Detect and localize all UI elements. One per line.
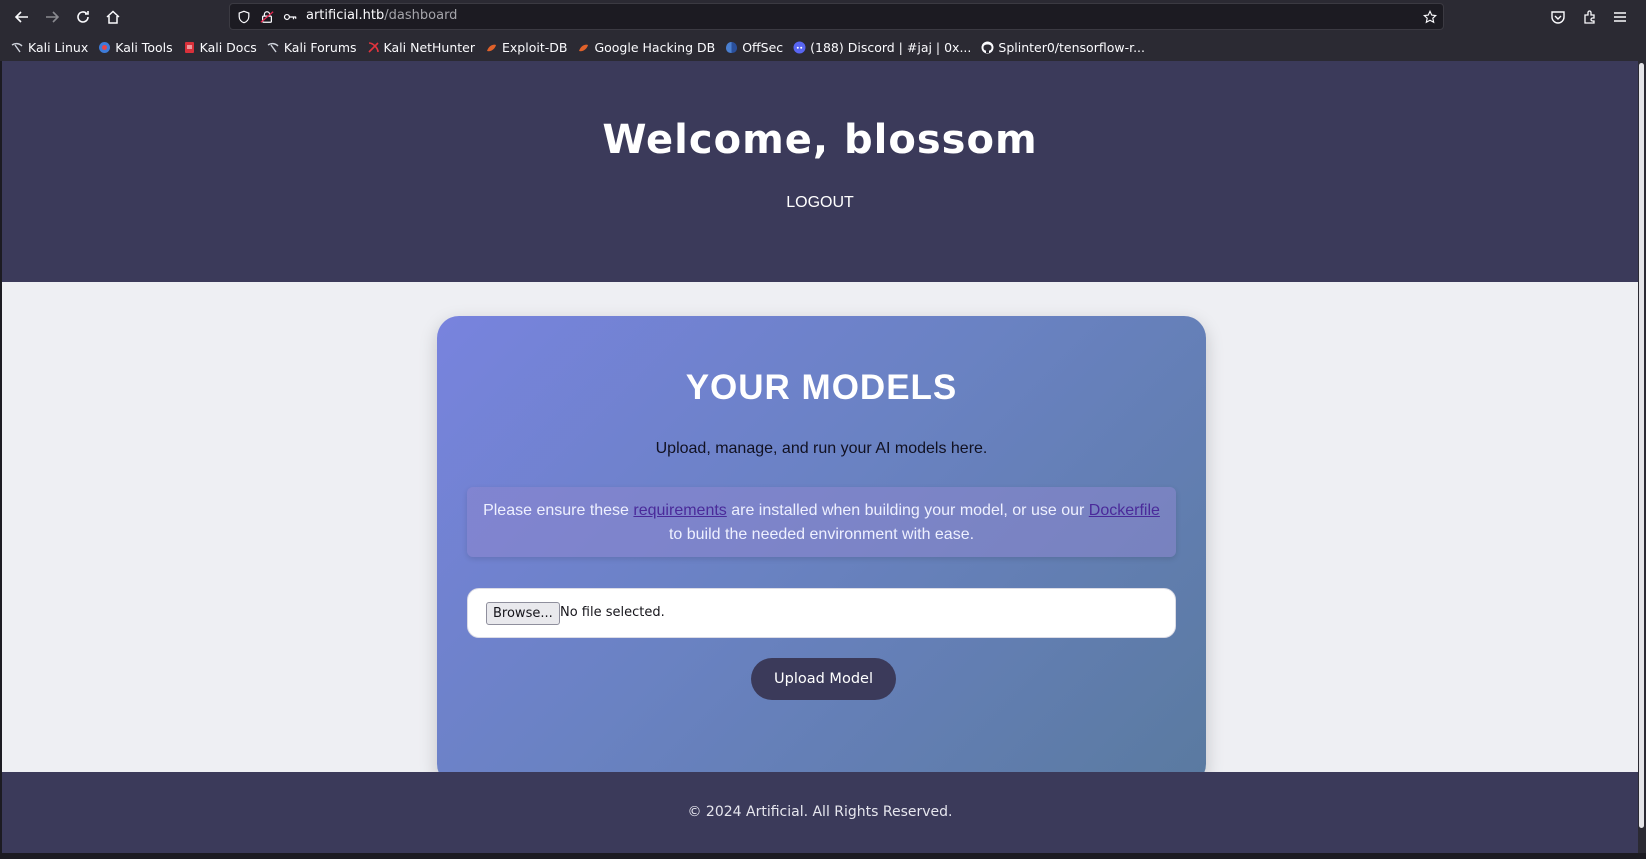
bookmark-kali-nethunter[interactable]: Kali NetHunter [367,36,475,58]
forward-icon[interactable] [40,5,64,29]
web-page: Welcome, blossom LOGOUT YOUR MODELS Uplo… [2,61,1638,853]
reload-icon[interactable] [71,5,95,29]
models-subtitle: Upload, manage, and run your AI models h… [655,440,988,457]
requirements-link[interactable]: requirements [633,502,726,519]
back-icon[interactable] [10,5,34,29]
models-title: YOUR MODELS [685,368,958,407]
page-footer: © 2024 Artificial. All Rights Reserved. [2,772,1638,853]
offsec-icon [725,41,738,54]
requirements-notice: Please ensure these requirements are ins… [467,487,1176,557]
logout-link[interactable]: LOGOUT [786,194,854,211]
bookmark-github-tensorflow[interactable]: Splinter0/tensorflow-r... [981,36,1145,58]
bookmark-kali-forums[interactable]: Kali Forums [267,36,357,58]
bookmark-discord[interactable]: (188) Discord | #jaj | 0x... [793,36,971,58]
nethunter-icon [367,41,380,54]
discord-icon [793,41,806,54]
kali-dragon-icon [11,41,24,54]
bookmark-kali-tools[interactable]: Kali Tools [98,36,173,58]
bookmark-kali-linux[interactable]: Kali Linux [11,36,88,58]
kali-docs-icon [183,41,196,54]
key-icon[interactable] [282,9,298,25]
notice-suffix: to build the needed environment with eas… [668,526,975,543]
dockerfile-link[interactable]: Dockerfile [1089,502,1160,519]
page-scrollbar[interactable] [1638,61,1646,853]
insecure-lock-icon[interactable] [259,9,275,25]
page-header: Welcome, blossom LOGOUT [2,61,1638,282]
exploit-db-icon [485,41,498,54]
home-icon[interactable] [101,5,125,29]
bookmark-offsec[interactable]: OffSec [725,36,783,58]
bookmarks-toolbar: Kali Linux Kali Tools Kali Docs Kali For… [0,36,1646,58]
menu-icon[interactable] [1608,5,1632,29]
github-icon [981,41,994,54]
extensions-icon[interactable] [1578,5,1602,29]
upload-model-button[interactable]: Upload Model [751,658,896,700]
scrollbar-thumb[interactable] [1639,63,1644,828]
browse-button[interactable]: Browse... [486,602,560,625]
models-card: YOUR MODELS Upload, manage, and run your… [437,316,1206,786]
welcome-heading: Welcome, blossom [602,117,1038,163]
bookmark-exploit-db[interactable]: Exploit-DB [485,36,567,58]
file-input[interactable]: Browse... No file selected. [467,588,1176,638]
kali-dragon-icon [267,41,280,54]
url-bar[interactable]: artificial.htb/dashboard [229,3,1444,30]
exploit-db-icon [577,41,590,54]
kali-tools-icon [98,41,111,54]
logout-container: LOGOUT [2,192,1638,212]
browser-chrome: artificial.htb/dashboard Kali Linux Kali… [0,0,1646,61]
file-status: No file selected. [560,605,665,620]
bookmark-star-icon[interactable] [1422,9,1438,25]
notice-middle: are installed when building your model, … [726,502,1089,519]
browser-toolbar: artificial.htb/dashboard [0,0,1646,33]
bookmark-kali-docs[interactable]: Kali Docs [183,36,257,58]
pocket-icon[interactable] [1546,5,1570,29]
copyright-text: © 2024 Artificial. All Rights Reserved. [687,804,953,820]
url-text[interactable]: artificial.htb/dashboard [306,8,457,23]
bookmark-google-hacking-db[interactable]: Google Hacking DB [577,36,715,58]
notice-prefix: Please ensure these [483,502,634,519]
shield-icon[interactable] [236,9,252,25]
